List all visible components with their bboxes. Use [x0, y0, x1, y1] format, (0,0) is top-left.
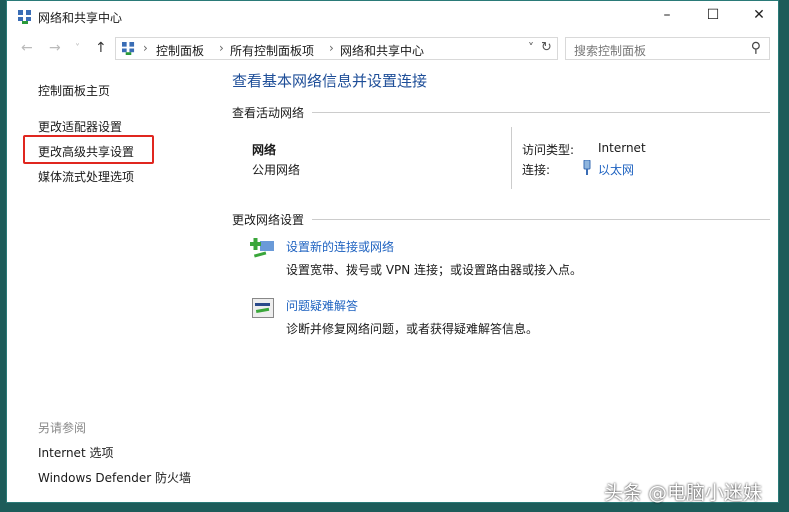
chevron-right-icon: ›	[219, 41, 224, 55]
setup-connection-link[interactable]: 设置新的连接或网络	[286, 238, 394, 255]
network-name: 网络	[252, 143, 277, 157]
ethernet-link[interactable]: 以太网	[598, 161, 634, 178]
breadcrumb-control-panel[interactable]: 控制面板	[156, 42, 204, 59]
access-type-value: Internet	[598, 141, 646, 155]
troubleshoot-icon	[252, 298, 274, 318]
back-button[interactable]: ←	[21, 40, 33, 56]
new-connection-icon	[250, 238, 274, 258]
up-button[interactable]: ↑	[95, 40, 107, 56]
watermark: 头条 @电脑小迷妹	[604, 482, 763, 504]
window-title: 网络和共享中心	[38, 11, 123, 25]
divider	[312, 112, 770, 113]
sidebar-media-streaming[interactable]: 媒体流式处理选项	[38, 168, 134, 185]
connection-label: 连接:	[522, 163, 551, 177]
breadcrumb-all-items[interactable]: 所有控制面板项	[230, 42, 314, 59]
forward-button[interactable]: →	[49, 40, 61, 56]
refresh-button[interactable]: ↻	[541, 40, 552, 55]
sidebar-home-link[interactable]: 控制面板主页	[38, 82, 110, 99]
page-title: 查看基本网络信息并设置连接	[232, 72, 428, 90]
chevron-right-icon: ›	[329, 41, 334, 55]
close-button[interactable]: ✕	[749, 7, 769, 23]
troubleshoot-desc: 诊断并修复网络问题，或者获得疑难解答信息。	[286, 322, 539, 336]
minimize-button[interactable]: –	[657, 7, 677, 23]
chevron-right-icon: ›	[143, 41, 148, 55]
network-type: 公用网络	[252, 163, 301, 177]
active-networks-label: 查看活动网络	[232, 106, 305, 120]
search-icon: ⚲	[750, 40, 761, 56]
highlight-box	[23, 135, 154, 164]
address-bar[interactable]: › 控制面板 › 所有控制面板项 › 网络和共享中心 ˅ ↻	[115, 37, 558, 60]
firewall-link[interactable]: Windows Defender 防火墙	[38, 469, 191, 486]
recent-dropdown[interactable]: ˅	[75, 43, 80, 54]
see-also-label: 另请参阅	[38, 421, 87, 435]
network-icon	[122, 42, 135, 55]
search-placeholder: 搜索控制面板	[574, 44, 647, 58]
title-bar: 网络和共享中心 – ☐ ✕	[7, 1, 778, 33]
divider	[312, 219, 770, 220]
divider	[511, 127, 512, 189]
network-icon	[18, 10, 31, 24]
navigation-bar: ← → ˅ ↑ › 控制面板 › 所有控制面板项 › 网络和共享中心 ˅ ↻ 搜…	[7, 35, 778, 61]
change-settings-label: 更改网络设置	[232, 213, 305, 227]
internet-options-link[interactable]: Internet 选项	[38, 444, 113, 461]
setup-connection-desc: 设置宽带、拨号或 VPN 连接；或设置路由器或接入点。	[286, 263, 583, 277]
address-dropdown[interactable]: ˅	[528, 41, 534, 55]
breadcrumb-network-center[interactable]: 网络和共享中心	[340, 42, 424, 59]
ethernet-icon	[583, 160, 591, 175]
sidebar-adapter-settings[interactable]: 更改适配器设置	[38, 118, 122, 135]
maximize-button[interactable]: ☐	[703, 7, 723, 23]
troubleshoot-link[interactable]: 问题疑难解答	[286, 297, 358, 314]
search-input[interactable]: 搜索控制面板 ⚲	[565, 37, 770, 60]
access-type-label: 访问类型:	[522, 143, 575, 157]
network-sharing-center-window: 网络和共享中心 – ☐ ✕ ← → ˅ ↑ › 控制面板 › 所有控制面板项 ›…	[6, 0, 779, 503]
